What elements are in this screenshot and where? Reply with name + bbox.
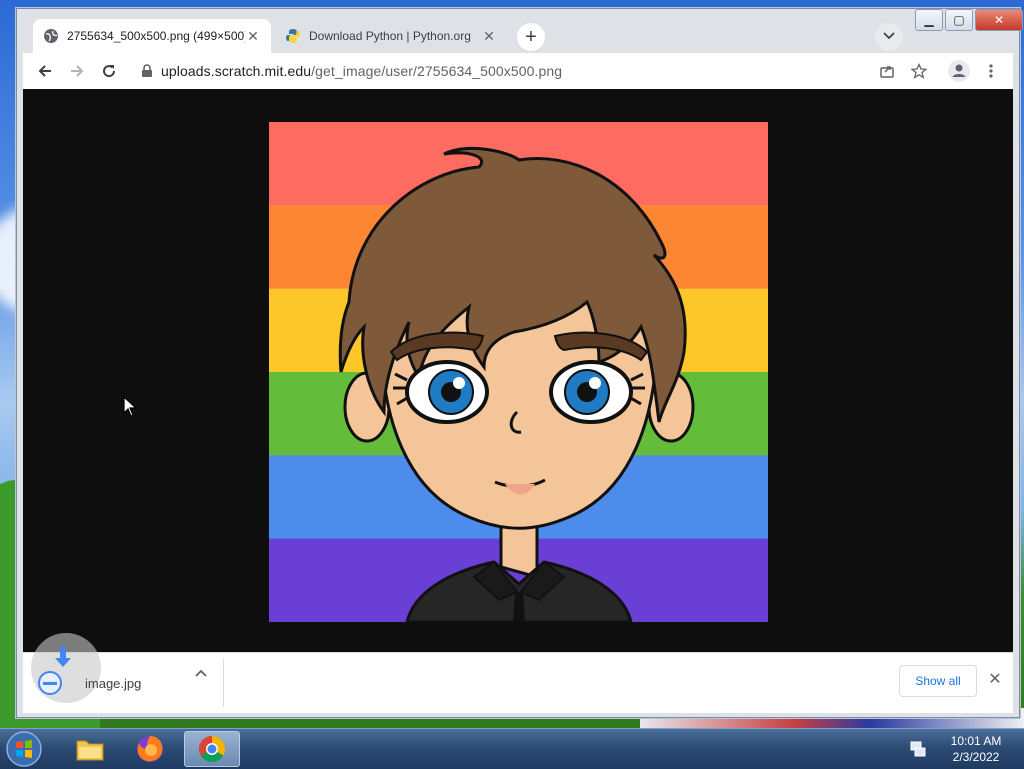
star-icon (911, 63, 927, 79)
plus-icon: + (525, 25, 537, 48)
taskbar-clock[interactable]: 10:01 AM 2/3/2022 (940, 733, 1012, 765)
windows-logo-icon (6, 731, 42, 767)
share-icon (880, 66, 894, 78)
share-button[interactable] (873, 57, 901, 85)
download-file-name: image.jpg (85, 675, 142, 691)
download-shelf: image.jpg Show all ✕ (23, 633, 1013, 713)
network-icon[interactable] (908, 739, 928, 759)
mouse-cursor-icon (123, 396, 137, 417)
system-tray (908, 731, 928, 767)
back-button[interactable] (31, 57, 59, 85)
tab-close-icon[interactable]: ✕ (245, 28, 261, 44)
close-download-shelf-button[interactable]: ✕ (985, 669, 1005, 689)
url-path: /get_image/user/2755634_500x500.png (311, 63, 563, 79)
download-options-button[interactable] (191, 663, 211, 683)
page-viewport (23, 89, 1013, 652)
avatar-icon (948, 60, 970, 82)
reload-button[interactable] (95, 57, 123, 85)
tab-title: Download Python | Python.org (309, 29, 471, 43)
url-host: uploads.scratch.mit.edu (161, 63, 312, 79)
taskbar: 10:01 AM 2/3/2022 (0, 728, 1024, 769)
tab-python[interactable]: Download Python | Python.org ✕ (275, 19, 507, 53)
python-icon (285, 28, 301, 44)
folder-icon (76, 740, 104, 761)
globe-icon (43, 28, 59, 44)
tab-image[interactable]: 2755634_500x500.png (499×500) ✕ (33, 19, 271, 53)
forward-button[interactable] (63, 57, 91, 85)
clock-time: 10:01 AM (950, 734, 1002, 748)
taskbar-chrome[interactable] (184, 731, 240, 767)
tab-search-button[interactable] (875, 23, 903, 51)
kebab-menu-icon (989, 64, 993, 78)
tab-strip: 2755634_500x500.png (499×500) ✕ Download… (17, 9, 1023, 53)
tab-title: 2755634_500x500.png (499×500) (67, 29, 245, 43)
close-icon: ✕ (993, 13, 1005, 27)
new-tab-button[interactable]: + (517, 23, 545, 51)
avatar-image[interactable] (269, 122, 768, 622)
show-all-button[interactable]: Show all (899, 665, 977, 697)
chevron-down-icon (883, 31, 895, 43)
minimize-button[interactable]: ▁ (915, 9, 943, 31)
window-controls: ▁ ▢ ✕ (913, 9, 1023, 31)
lock-icon (133, 64, 161, 78)
minimize-icon: ▁ (924, 13, 934, 27)
file-progress-icon (38, 671, 62, 695)
chrome-icon (198, 735, 226, 763)
chevron-up-icon (195, 669, 207, 677)
download-separator (223, 659, 224, 707)
chrome-window: 2755634_500x500.png (499×500) ✕ Download… (16, 8, 1023, 718)
maximize-icon: ▢ (953, 13, 965, 27)
start-button[interactable] (4, 730, 44, 768)
taskbar-firefox[interactable] (122, 731, 178, 767)
arrow-right-icon (71, 65, 84, 77)
arrow-left-icon (38, 65, 51, 77)
maximize-button[interactable]: ▢ (945, 9, 973, 31)
address-bar[interactable]: uploads.scratch.mit.edu/get_image/user/2… (133, 57, 893, 85)
toolbar: uploads.scratch.mit.edu/get_image/user/2… (23, 53, 1013, 89)
firefox-icon (137, 736, 163, 762)
profile-button[interactable] (945, 57, 973, 85)
taskbar-explorer[interactable] (62, 731, 118, 767)
close-icon: ✕ (988, 671, 1002, 688)
clock-date: 2/3/2022 (952, 750, 1000, 764)
bookmark-button[interactable] (905, 57, 933, 85)
tab-close-icon[interactable]: ✕ (481, 28, 497, 44)
menu-button[interactable] (977, 57, 1005, 85)
url-text: uploads.scratch.mit.edu/get_image/user/2… (161, 63, 562, 79)
reload-icon (103, 65, 116, 78)
close-window-button[interactable]: ✕ (975, 9, 1023, 31)
